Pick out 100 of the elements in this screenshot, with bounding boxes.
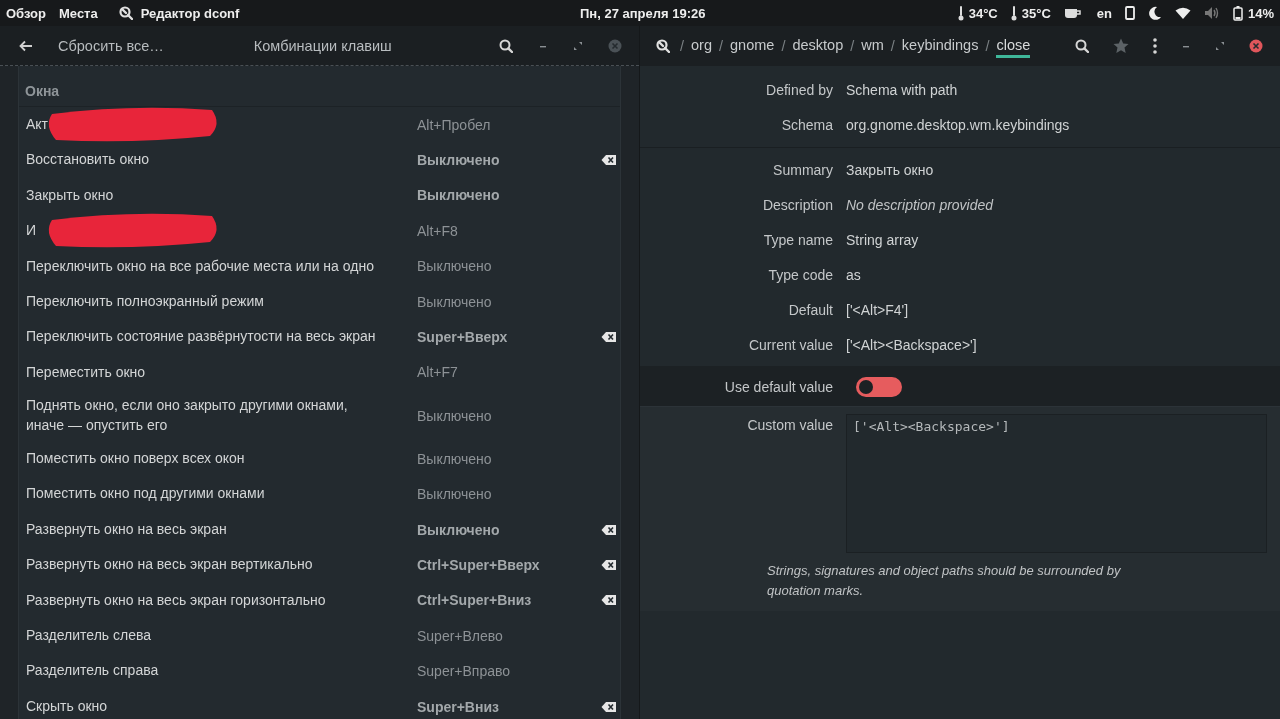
section-heading: Окна: [19, 66, 620, 107]
property-value: ['<Alt>F4']: [846, 301, 909, 318]
property-label: Use default value: [723, 378, 833, 395]
path-separator: /: [890, 38, 895, 54]
keybinding-row[interactable]: Переключить полноэкранный режим Выключено: [19, 283, 620, 320]
keybinding-row[interactable]: Разделитель слева Super+Влево: [19, 618, 620, 654]
battery-percentage: 14%: [1247, 5, 1274, 21]
clear-icon[interactable]: [601, 523, 617, 536]
path-separator: /: [985, 38, 990, 54]
keybinding-row[interactable]: Развернуть окно на весь экран Выключено: [19, 511, 620, 548]
app-menu[interactable]: Редактор dconf: [118, 5, 240, 21]
panel-menu-item[interactable]: Обзор: [6, 5, 46, 21]
shortcut-text: Выключено: [417, 450, 493, 467]
shortcut-text: Выключено: [417, 486, 493, 503]
property-value: org.gnome.desktop.wm.keybindings: [846, 116, 1070, 133]
keybinding-name: Разделитель справа: [26, 661, 159, 681]
shortcut-text: Выключено: [417, 258, 493, 275]
keybinding-row[interactable]: Поместить окно под другими окнами Выключено: [19, 476, 620, 512]
keybinding-name: Акт: [26, 114, 49, 134]
temperature-text: 35°C: [1021, 5, 1051, 21]
path-separator: /: [680, 38, 685, 54]
keybinding-row[interactable]: Акт Alt+Пробел: [19, 107, 620, 143]
shortcut-text: Super+Вверх: [417, 329, 509, 346]
volume-icon: [1203, 6, 1220, 20]
property-label: Defined by: [765, 81, 833, 98]
keybinding-row[interactable]: И Alt+F8: [19, 213, 620, 249]
kebab-menu-icon[interactable]: [1153, 38, 1157, 54]
shortcut-text: Выключено: [417, 152, 501, 169]
keybinding-row[interactable]: Переключить состояние развёрнутости на весь экран Super+Вверх: [19, 319, 620, 355]
toggle-switch[interactable]: [856, 376, 902, 397]
keybinding-row[interactable]: Восстановить окно Выключено: [19, 142, 620, 178]
keybinding-name: Переключить полноэкранный режим: [26, 291, 264, 311]
reset-all-button[interactable]: Сбросить все…: [58, 37, 164, 54]
wifi-icon: [1174, 6, 1191, 20]
clear-icon[interactable]: [601, 154, 617, 167]
property-label: Type code: [767, 266, 833, 283]
search-icon[interactable]: [1075, 39, 1089, 53]
path-segment[interactable]: close: [996, 34, 1031, 58]
keybinding-row[interactable]: Поднять окно, если оно закрыто другими окнами, иначе — опустить его Выключено: [19, 390, 620, 442]
keybinding-row[interactable]: Переместить окно Alt+F7: [19, 354, 620, 391]
path-segment[interactable]: desktop: [792, 34, 844, 58]
magnifier-icon: [118, 6, 133, 20]
path-segment[interactable]: org: [691, 34, 712, 58]
property-value: as: [846, 266, 861, 283]
thermometer-icon: [1010, 5, 1017, 21]
keybinding-name: Развернуть окно на весь экран горизонтально: [26, 590, 326, 610]
keybinding-name: Переместить окно: [26, 362, 146, 382]
path-segment[interactable]: wm: [861, 34, 884, 58]
close-icon[interactable]: [1249, 39, 1263, 53]
keybinding-name: Поднять окно, если оно закрыто другими окнами, иначе — опустить его: [26, 396, 349, 435]
shortcut-text: Super+Влево: [417, 627, 504, 644]
window-title: Комбинации клавиш: [253, 37, 392, 54]
path-segment[interactable]: keybindings: [901, 34, 979, 58]
clock[interactable]: Пн, 27 апреля 19:26: [580, 6, 706, 21]
keybinding-name: Поместить окно поверх всех окон: [26, 449, 245, 469]
property-value: ['<Alt><Backspace>']: [846, 336, 977, 353]
shortcut-text: Выключено: [417, 407, 493, 424]
keybinding-row[interactable]: Скрыть окно Super+Вниз: [19, 688, 620, 719]
clear-icon[interactable]: [601, 700, 617, 713]
shortcut-text: Alt+F8: [417, 222, 459, 239]
shortcut-text: Выключено: [417, 293, 493, 310]
shortcut-text: Super+Вправо: [417, 663, 512, 680]
keybinding-name: Закрыть окно: [26, 185, 114, 205]
keybinding-row[interactable]: Развернуть окно на весь экран горизонтально Ctrl+Super+Вниз: [19, 582, 620, 619]
path-separator: /: [850, 38, 855, 54]
keybinding-row[interactable]: Закрыть окно Выключено: [19, 177, 620, 214]
property-value: Закрыть окно: [846, 161, 934, 178]
keybinding-row[interactable]: Разделитель справа Super+Вправо: [19, 653, 620, 689]
property-label: Summary: [772, 161, 833, 178]
clear-icon[interactable]: [601, 331, 617, 344]
keybinding-row[interactable]: Поместить окно поверх всех окон Выключено: [19, 441, 620, 477]
property-label: Type name: [762, 231, 833, 248]
star-icon[interactable]: [1113, 38, 1129, 54]
shortcut-text: Super+Вниз: [417, 698, 500, 715]
keybinding-row[interactable]: Переключить окно на все рабочие места или на одно Выключено: [19, 248, 620, 284]
maximize-icon[interactable]: [573, 40, 583, 51]
back-arrow-icon[interactable]: [19, 39, 33, 52]
maximize-icon[interactable]: [1215, 41, 1225, 51]
property-value: No description provided: [846, 196, 994, 213]
magnifier-icon: [656, 39, 670, 53]
path-separator: /: [719, 38, 724, 54]
cup-icon: [1063, 7, 1082, 19]
keyboard-layout[interactable]: en: [1096, 5, 1112, 21]
path-separator: /: [781, 38, 786, 54]
phone-icon: [1124, 6, 1135, 20]
keybinding-name: Переключить состояние развёрнутости на весь экран: [26, 327, 376, 347]
keybinding-name: Развернуть окно на весь экран: [26, 519, 227, 539]
keybinding-row[interactable]: Развернуть окно на весь экран вертикально Ctrl+Super+Вверх: [19, 547, 620, 583]
panel-menu-item[interactable]: Места: [59, 5, 98, 21]
keybinding-name: Переключить окно на все рабочие места или на одно: [26, 256, 374, 276]
keybinding-name: Разделитель слева: [26, 626, 152, 645]
property-value: String array: [846, 231, 919, 248]
clear-icon[interactable]: [601, 594, 617, 607]
path-segment[interactable]: gnome: [730, 34, 775, 58]
clear-icon[interactable]: [601, 559, 617, 571]
custom-value-field[interactable]: ['<Alt><Backspace>']: [846, 414, 1267, 553]
keybinding-name: Поместить окно под другими окнами: [26, 484, 265, 504]
property-label: Description: [761, 196, 833, 213]
search-icon[interactable]: [499, 38, 513, 53]
keybinding-name: И: [26, 221, 37, 241]
